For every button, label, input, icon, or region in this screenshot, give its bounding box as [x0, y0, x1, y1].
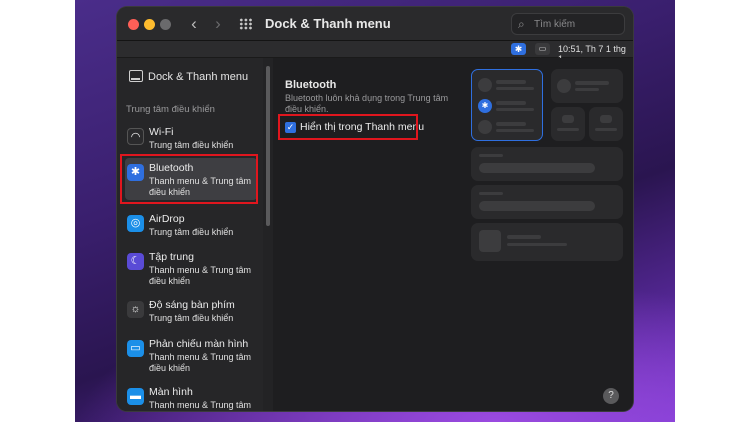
preview-slider	[479, 201, 595, 211]
menubar-display-icon: ▭	[535, 43, 550, 55]
sidebar-item-title: Màn hình	[149, 386, 193, 398]
close-window-button[interactable]	[128, 19, 139, 30]
preview-artwork	[479, 230, 501, 252]
preview-bar	[496, 108, 534, 111]
forward-button[interactable]: ›	[209, 14, 227, 34]
preview-bar	[595, 128, 617, 131]
sidebar-item-subtitle: Thanh menu & Trung tâm điều khiển	[149, 400, 252, 410]
sidebar: Dock & Thanh menu Trung tâm điều khiển ◠…	[117, 58, 263, 411]
preview-bar	[557, 128, 579, 131]
preview-bar	[496, 87, 534, 90]
preview-small-card	[589, 107, 623, 141]
checkbox-highlight-box	[278, 114, 418, 140]
airdrop-icon: ◎	[127, 215, 144, 232]
sidebar-item-title: Tập trung	[149, 251, 194, 263]
show-all-grid-icon[interactable]	[239, 18, 253, 30]
sidebar-item-keyboard-brightness[interactable]: ☼ Độ sáng bàn phím Trung tâm điều khiển	[125, 299, 257, 327]
preview-bar	[575, 88, 599, 91]
sidebar-item-subtitle: Trung tâm điều khiển	[149, 313, 234, 323]
focus-moon-icon: ☾	[127, 253, 144, 270]
menu-bar-preview: ✱ ▭ 10:51, Th 7 1 thg 1	[117, 41, 633, 64]
preview-dot	[557, 79, 571, 93]
dock-menu-bar-icon	[129, 70, 143, 82]
preview-bar	[479, 192, 503, 195]
preview-display-slider-card	[471, 147, 623, 181]
pane-description: Bluetooth luôn khả dụng trong Trung tâm …	[285, 93, 449, 114]
display-icon: ▬	[127, 388, 144, 405]
sidebar-item-label: Dock & Thanh menu	[148, 71, 249, 83]
sidebar-item-subtitle: Trung tâm điều khiển	[149, 140, 234, 150]
preview-bar	[496, 122, 526, 126]
preview-focus-card	[551, 69, 623, 103]
sidebar-item-dock-menu-bar[interactable]: Dock & Thanh menu	[129, 68, 257, 86]
preview-small-card	[551, 107, 585, 141]
preview-bar	[479, 154, 503, 157]
preview-wifi-dot	[478, 78, 492, 92]
sidebar-scrollbar[interactable]	[263, 58, 273, 411]
bluetooth-highlight-box	[120, 154, 258, 204]
search-input[interactable]	[534, 17, 620, 31]
sidebar-item-title: Độ sáng bàn phím	[149, 299, 235, 311]
window-title: Dock & Thanh menu	[265, 16, 391, 31]
minimize-window-button[interactable]	[144, 19, 155, 30]
preview-bar	[562, 115, 574, 123]
preview-sound-slider-card	[471, 185, 623, 219]
search-icon: ⌕	[518, 17, 525, 31]
keyboard-brightness-icon: ☼	[127, 301, 144, 318]
title-bar: ‹ › Dock & Thanh menu ⌕	[117, 7, 633, 41]
sidebar-item-wifi[interactable]: ◠ Wi-Fi Trung tâm điều khiển	[125, 126, 257, 154]
sidebar-item-subtitle: Thanh menu & Trung tâm điều khiển	[149, 352, 252, 373]
preview-bar	[507, 243, 567, 246]
back-button[interactable]: ‹	[185, 14, 203, 34]
preview-airdrop-dot	[478, 120, 492, 134]
preview-bar	[507, 235, 541, 239]
sidebar-item-subtitle: Trung tâm điều khiển	[149, 227, 234, 237]
settings-pane: Bluetooth Bluetooth luôn khả dụng trong …	[273, 58, 633, 411]
preview-connectivity-card: ✱	[471, 69, 543, 141]
sidebar-item-subtitle: Thanh menu & Trung tâm điều khiển	[149, 265, 252, 286]
sidebar-item-airdrop[interactable]: ◎ AirDrop Trung tâm điều khiển	[125, 213, 257, 241]
sidebar-item-focus[interactable]: ☾ Tập trung Thanh menu & Trung tâm điều …	[125, 251, 257, 289]
sidebar-item-title: Phản chiếu màn hình	[149, 338, 249, 350]
pane-heading: Bluetooth	[285, 79, 337, 91]
preview-bluetooth-icon: ✱	[478, 99, 492, 113]
menubar-bluetooth-icon: ✱	[511, 43, 526, 55]
preview-bar	[575, 81, 609, 85]
scrollbar-thumb[interactable]	[266, 66, 270, 226]
sidebar-section-label: Trung tâm điều khiển	[126, 104, 215, 115]
preview-now-playing-card	[471, 223, 623, 261]
control-center-preview: ✱	[471, 69, 627, 264]
sidebar-item-screen-mirroring[interactable]: ▭ Phản chiếu màn hình Thanh menu & Trung…	[125, 338, 257, 376]
preview-bar	[496, 101, 526, 105]
preview-bar	[496, 80, 526, 84]
help-button[interactable]: ?	[603, 388, 619, 404]
screen-mirroring-icon: ▭	[127, 340, 144, 357]
preview-bar	[600, 115, 612, 123]
system-preferences-window: ‹ › Dock & Thanh menu ⌕ ✱ ▭ 10:51, Th 7 …	[117, 7, 633, 411]
sidebar-item-display[interactable]: ▬ Màn hình Thanh menu & Trung tâm điều k…	[125, 386, 257, 411]
sidebar-item-title: AirDrop	[149, 213, 185, 225]
wifi-icon: ◠	[127, 128, 144, 145]
search-field[interactable]: ⌕	[511, 13, 625, 35]
sidebar-item-title: Wi-Fi	[149, 126, 174, 138]
zoom-window-button[interactable]	[160, 19, 171, 30]
preview-bar	[496, 129, 534, 132]
preview-slider	[479, 163, 595, 173]
